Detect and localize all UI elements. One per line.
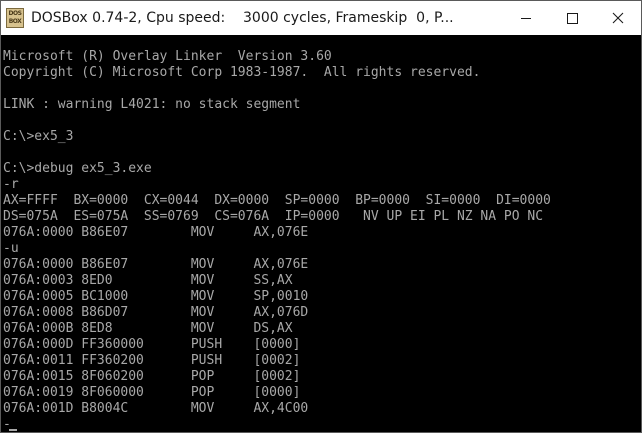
console-line: -u (3, 241, 19, 256)
title-bar[interactable]: DOS BOX DOSBox 0.74-2, Cpu speed: 3000 c… (1, 1, 641, 35)
console-line: 076A:000D FF360000 PUSH [0000] (3, 337, 301, 352)
console-line: 076A:001D B8004C MOV AX,4C00 (3, 401, 309, 416)
console-line: 076A:0015 8F060200 POP [0002] (3, 369, 301, 384)
console-line: LINK : warning L4021: no stack segment (3, 97, 301, 112)
console-line: 076A:0011 FF360200 PUSH [0002] (3, 353, 301, 368)
console-line: 076A:0019 8F060000 POP [0000] (3, 385, 301, 400)
console-line: 076A:0005 BC1000 MOV SP,0010 (3, 289, 309, 304)
console-line: DS=075A ES=075A SS=0769 CS=076A IP=0000 … (3, 209, 544, 224)
console-line: Copyright (C) Microsoft Corp 1983-1987. … (3, 65, 481, 80)
title-program: P... (434, 10, 454, 26)
console-line: C:\>ex5_3 (3, 129, 74, 144)
console-line: AX=FFFF BX=0000 CX=0044 DX=0000 SP=0000 … (3, 193, 551, 208)
close-button[interactable] (595, 1, 641, 35)
console-line: Microsoft (R) Overlay Linker Version 3.6… (3, 49, 332, 64)
dos-console[interactable]: Microsoft (R) Overlay Linker Version 3.6… (1, 35, 641, 432)
title-speed: Cpu speed: (146, 10, 226, 26)
maximize-icon (567, 13, 578, 24)
console-line: 076A:0003 8ED0 MOV SS,AX (3, 273, 293, 288)
icon-label-top: DOS (8, 10, 22, 17)
console-line: -r (3, 177, 19, 192)
maximize-button[interactable] (549, 1, 595, 35)
title-cycles: 3000 cycles, (243, 10, 332, 26)
dosbox-app-icon[interactable]: DOS BOX (6, 8, 24, 28)
text-cursor (9, 429, 17, 431)
title-frameskip: Frameskip 0, (335, 10, 430, 26)
minimize-icon (521, 18, 531, 19)
console-line: 076A:0000 B86E07 MOV AX,076E (3, 257, 309, 272)
window-title: DOSBox 0.74-2, Cpu speed: 3000 cycles, F… (31, 7, 454, 29)
console-line: C:\>debug ex5_3.exe (3, 161, 152, 176)
icon-label-bottom: BOX (8, 18, 22, 25)
close-icon (612, 12, 624, 24)
console-line: 076A:0000 B86E07 MOV AX,076E (3, 225, 309, 240)
console-line: 076A:000B 8ED8 MOV DS,AX (3, 321, 293, 336)
dosbox-window: DOS BOX DOSBox 0.74-2, Cpu speed: 3000 c… (0, 0, 642, 433)
minimize-button[interactable] (503, 1, 549, 35)
console-line: 076A:0008 B86D07 MOV AX,076D (3, 305, 309, 320)
title-app: DOSBox 0.74-2, (31, 10, 142, 26)
